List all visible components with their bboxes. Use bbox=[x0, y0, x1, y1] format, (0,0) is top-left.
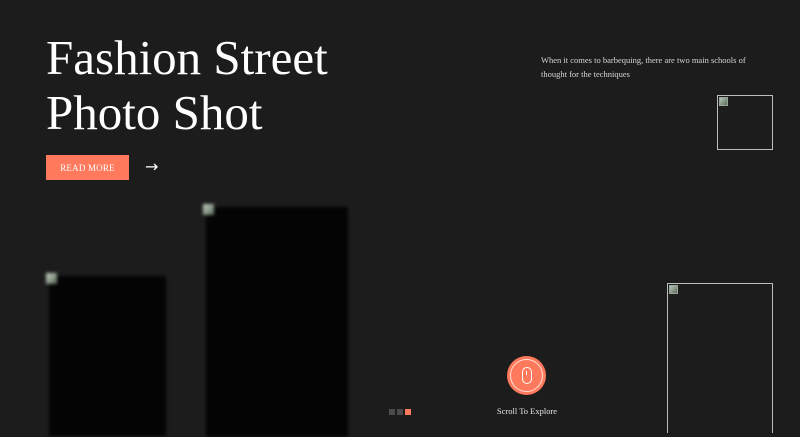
thumbnail-image bbox=[717, 95, 773, 150]
scroll-to-explore-label: Scroll To Explore bbox=[496, 406, 558, 416]
broken-image-icon bbox=[46, 273, 57, 284]
slider-pagination bbox=[389, 409, 411, 415]
mouse-icon bbox=[521, 367, 532, 384]
read-more-button[interactable]: READ MORE bbox=[46, 155, 129, 180]
gallery-image-middle bbox=[203, 204, 348, 437]
hero-title: Fashion Street Photo Shot bbox=[46, 30, 328, 140]
arrow-right-icon[interactable]: → bbox=[145, 159, 165, 175]
slider-dot-2[interactable] bbox=[397, 409, 403, 415]
intro-text: When it comes to barbequing, there are t… bbox=[541, 55, 746, 79]
gallery-image-right bbox=[667, 283, 773, 433]
broken-image-icon bbox=[669, 285, 678, 294]
broken-image-icon bbox=[719, 97, 728, 106]
slider-dot-3[interactable] bbox=[405, 409, 411, 415]
slider-dot-1[interactable] bbox=[389, 409, 395, 415]
hero-title-line-1: Fashion Street bbox=[46, 30, 328, 85]
broken-image-icon bbox=[203, 204, 214, 215]
gallery-image-left bbox=[46, 273, 166, 436]
scroll-to-explore-button[interactable] bbox=[507, 356, 546, 395]
hero-title-line-2: Photo Shot bbox=[46, 85, 263, 140]
